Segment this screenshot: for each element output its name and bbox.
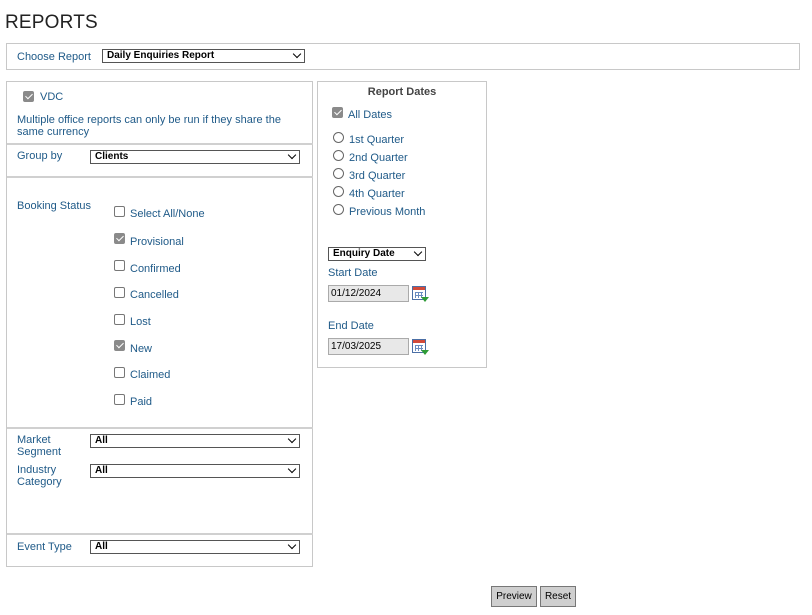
- chevron-down-icon: [287, 465, 297, 474]
- new-checkbox[interactable]: [114, 340, 125, 351]
- radio-previous-month[interactable]: [333, 204, 344, 215]
- cancelled-label: Cancelled: [130, 289, 179, 301]
- group-by-select[interactable]: Clients: [90, 150, 300, 164]
- industry-category-label: Industry Category: [17, 464, 62, 488]
- vdc-label: VDC: [40, 91, 64, 103]
- start-date-input[interactable]: 01/12/2024: [328, 285, 409, 302]
- lost-checkbox[interactable]: [114, 314, 125, 325]
- choose-report-value: Daily Enquiries Report: [107, 50, 215, 61]
- claimed-label: Claimed: [130, 369, 171, 381]
- report-dates-title: Report Dates: [367, 86, 437, 98]
- cancelled-checkbox[interactable]: [114, 287, 125, 298]
- market-segment-select[interactable]: All: [90, 434, 300, 448]
- all-dates-label: All Dates: [348, 109, 393, 121]
- provisional-checkbox[interactable]: [114, 233, 125, 244]
- start-date-label: Start Date: [328, 267, 378, 279]
- choose-report-bar: Choose Report Daily Enquiries Report: [6, 43, 800, 70]
- event-type-label: Event Type: [17, 541, 72, 553]
- radio-4th-quarter[interactable]: [333, 186, 344, 197]
- choose-report-label: Choose Report: [17, 51, 91, 63]
- market-segment-value: All: [95, 435, 108, 446]
- industry-category-value: All: [95, 465, 108, 476]
- chevron-down-icon: [287, 151, 297, 160]
- radio-3rd-quarter[interactable]: [333, 168, 344, 179]
- radio-3rd-quarter-label: 3rd Quarter: [349, 170, 406, 182]
- preview-button[interactable]: Preview: [491, 586, 537, 607]
- all-dates-checkbox[interactable]: [332, 107, 343, 118]
- lost-label: Lost: [130, 316, 151, 328]
- choose-report-select[interactable]: Daily Enquiries Report: [102, 49, 305, 63]
- divider: [7, 533, 313, 535]
- radio-1st-quarter[interactable]: [333, 132, 344, 143]
- industry-category-label-line2: Category: [17, 476, 62, 488]
- calendar-icon[interactable]: [412, 339, 429, 355]
- date-type-select[interactable]: Enquiry Date: [328, 247, 426, 261]
- industry-category-label-line1: Industry: [17, 464, 57, 476]
- chevron-down-icon: [287, 435, 297, 444]
- chevron-down-icon: [292, 50, 302, 59]
- radio-1st-quarter-label: 1st Quarter: [349, 134, 405, 146]
- date-type-value: Enquiry Date: [333, 248, 395, 259]
- reset-button[interactable]: Reset: [540, 586, 576, 607]
- confirmed-label: Confirmed: [130, 263, 181, 275]
- provisional-label: Provisional: [130, 236, 184, 248]
- paid-checkbox[interactable]: [114, 394, 125, 405]
- divider: [7, 427, 313, 429]
- radio-4th-quarter-label: 4th Quarter: [349, 188, 405, 200]
- new-label: New: [130, 343, 153, 355]
- group-by-label: Group by: [17, 150, 63, 162]
- booking-status-label: Booking Status: [17, 200, 91, 212]
- vdc-checkbox[interactable]: [23, 91, 34, 102]
- paid-label: Paid: [130, 396, 153, 408]
- industry-category-select[interactable]: All: [90, 464, 300, 478]
- claimed-checkbox[interactable]: [114, 367, 125, 378]
- radio-2nd-quarter-label: 2nd Quarter: [349, 152, 408, 164]
- market-segment-label: Market Segment: [17, 434, 61, 458]
- group-by-value: Clients: [95, 151, 129, 162]
- calendar-icon[interactable]: [412, 286, 429, 302]
- end-date-input[interactable]: 17/03/2025: [328, 338, 409, 355]
- page-title: REPORTS: [5, 12, 98, 33]
- market-segment-label-line1: Market: [17, 434, 51, 446]
- chevron-down-icon: [287, 541, 297, 550]
- end-date-label: End Date: [328, 320, 374, 332]
- market-segment-label-line2: Segment: [17, 446, 62, 458]
- divider: [7, 143, 313, 145]
- chevron-down-icon: [413, 248, 423, 257]
- currency-note: Multiple office reports can only be run …: [17, 114, 281, 138]
- radio-2nd-quarter[interactable]: [333, 150, 344, 161]
- confirmed-checkbox[interactable]: [114, 260, 125, 271]
- event-type-value: All: [95, 541, 108, 552]
- event-type-select[interactable]: All: [90, 540, 300, 554]
- select-all-checkbox[interactable]: [114, 206, 125, 217]
- select-all-label: Select All/None: [130, 208, 205, 220]
- divider: [7, 176, 313, 178]
- radio-previous-month-label: Previous Month: [349, 206, 426, 218]
